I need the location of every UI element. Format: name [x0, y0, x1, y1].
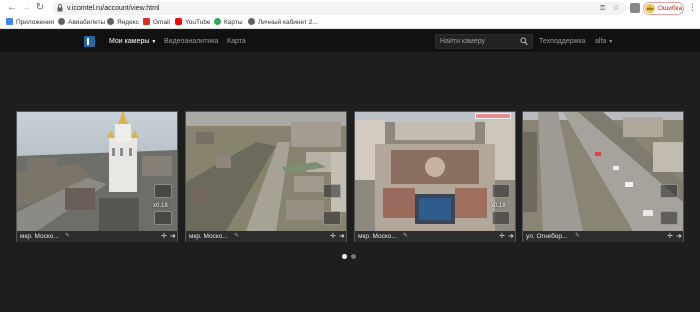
browser-toolbar: ← → ↻ v.icomtel.ru/account/view.html ⚿ ☆… [0, 0, 700, 17]
zoom-in-button[interactable] [492, 184, 510, 198]
zoom-out-button[interactable] [492, 211, 510, 225]
page-dot[interactable] [351, 254, 356, 259]
globe-icon [58, 18, 65, 25]
nav-map[interactable]: Карта [227, 37, 246, 47]
forward-arrow-icon[interactable]: → [20, 2, 32, 14]
lock-icon [57, 4, 63, 12]
search-icon[interactable] [520, 37, 528, 46]
extension-icon[interactable] [630, 3, 640, 13]
bookmark-yandex[interactable]: Яндекс [107, 18, 139, 28]
move-icon[interactable]: ✛ [330, 232, 336, 241]
camera-snapshot [355, 112, 515, 231]
zoom-out-button[interactable] [660, 211, 678, 225]
camera-title: мкр. Моско... [189, 233, 228, 240]
pencil-icon[interactable]: ✎ [65, 233, 72, 240]
camera-snapshot [17, 112, 177, 231]
caret-down-icon: ▼ [608, 39, 614, 45]
youtube-icon [175, 18, 182, 25]
camera-title: мкр. Моско... [358, 233, 397, 240]
camera-tile[interactable]: x0.18 мкр. Моско... ✎ ✛ ➜ [16, 111, 178, 242]
pencil-icon[interactable]: ✎ [575, 233, 582, 240]
arrow-right-icon[interactable]: ➜ [508, 232, 514, 241]
profile-button[interactable]: alfa Ошибка [643, 2, 684, 15]
pencil-icon[interactable]: ✎ [403, 233, 410, 240]
bookmark-maps[interactable]: Карты [214, 18, 243, 28]
nav-user-menu[interactable]: alfa ▼ [595, 37, 613, 47]
camera-feed[interactable]: x0.18 [17, 112, 177, 231]
zoom-out-button[interactable] [323, 211, 341, 225]
camera-title: мкр. Моско... [20, 233, 59, 240]
page-dot-active[interactable] [342, 254, 347, 259]
camera-tile[interactable]: x0.18 мкр. Моско... ✎ ✛ ➜ [354, 111, 516, 242]
url-text: v.icomtel.ru/account/view.html [67, 5, 160, 12]
bookmark-youtube[interactable]: YouTube [175, 18, 211, 28]
camera-footer: мкр. Моско... ✎ ✛ ➜ [17, 231, 177, 242]
camera-search [435, 34, 533, 49]
pencil-icon[interactable]: ✎ [234, 233, 241, 240]
camera-tile[interactable]: мкр. Моско... ✎ ✛ ➜ [185, 111, 347, 242]
globe-icon [248, 18, 255, 25]
gmail-icon [143, 18, 150, 25]
site-logo[interactable] [84, 36, 95, 47]
apps-grid-icon [6, 18, 13, 25]
move-icon[interactable]: ✛ [499, 232, 505, 241]
address-bar[interactable]: v.icomtel.ru/account/view.html ⚿ ☆ [52, 2, 626, 15]
camera-tile[interactable]: ул. Огнебор... ✎ ✛ ➜ [522, 111, 684, 242]
nav-my-cameras[interactable]: Мои камеры ▼ [109, 37, 156, 47]
move-icon[interactable]: ✛ [161, 232, 167, 241]
globe-icon [107, 18, 114, 25]
camera-footer: мкр. Моско... ✎ ✛ ➜ [355, 231, 515, 242]
back-arrow-icon[interactable]: ← [6, 2, 18, 14]
camera-feed[interactable] [186, 112, 346, 231]
zoom-out-button[interactable] [154, 211, 172, 225]
zoom-level: x0.18 [491, 203, 506, 209]
arrow-right-icon[interactable]: ➜ [676, 232, 682, 241]
bookmark-aviatickets[interactable]: Авиабилеты [58, 18, 105, 28]
zoom-in-button[interactable] [323, 184, 341, 198]
zoom-level: x0.18 [153, 203, 168, 209]
camera-feed[interactable]: x0.18 [355, 112, 515, 231]
zoom-in-button[interactable] [660, 184, 678, 198]
bookmark-apps[interactable]: Приложения [6, 18, 54, 28]
arrow-right-icon[interactable]: ➜ [170, 232, 176, 241]
profile-error-label: Ошибка [658, 5, 683, 12]
zoom-in-button[interactable] [154, 184, 172, 198]
maps-pin-icon [214, 18, 221, 25]
camera-snapshot [523, 112, 683, 231]
bookmark-cabinet[interactable]: Личный кабинет 2... [248, 18, 318, 28]
reload-icon[interactable]: ↻ [34, 2, 46, 14]
arrow-right-icon[interactable]: ➜ [339, 232, 345, 241]
caret-down-icon: ▼ [151, 39, 157, 45]
nav-video-analytics[interactable]: Видеоаналитика [164, 37, 218, 47]
nav-support[interactable]: Техподдержка [539, 37, 585, 47]
avatar: alfa [645, 4, 655, 13]
camera-title: ул. Огнебор... [526, 233, 568, 240]
more-menu-icon[interactable]: ⋮ [688, 2, 697, 13]
bookmark-gmail[interactable]: Gmail [143, 18, 170, 28]
camera-footer: ул. Огнебор... ✎ ✛ ➜ [523, 231, 683, 242]
camera-footer: мкр. Моско... ✎ ✛ ➜ [186, 231, 346, 242]
move-icon[interactable]: ✛ [667, 232, 673, 241]
camera-snapshot [186, 112, 346, 231]
camera-feed[interactable] [523, 112, 683, 231]
key-icon[interactable]: ⚿ [600, 5, 605, 13]
star-icon[interactable]: ☆ [613, 5, 619, 13]
camera-search-input[interactable] [440, 36, 512, 47]
bookmarks-bar: Приложения Авиабилеты Яндекс Gmail YouTu… [0, 17, 700, 29]
